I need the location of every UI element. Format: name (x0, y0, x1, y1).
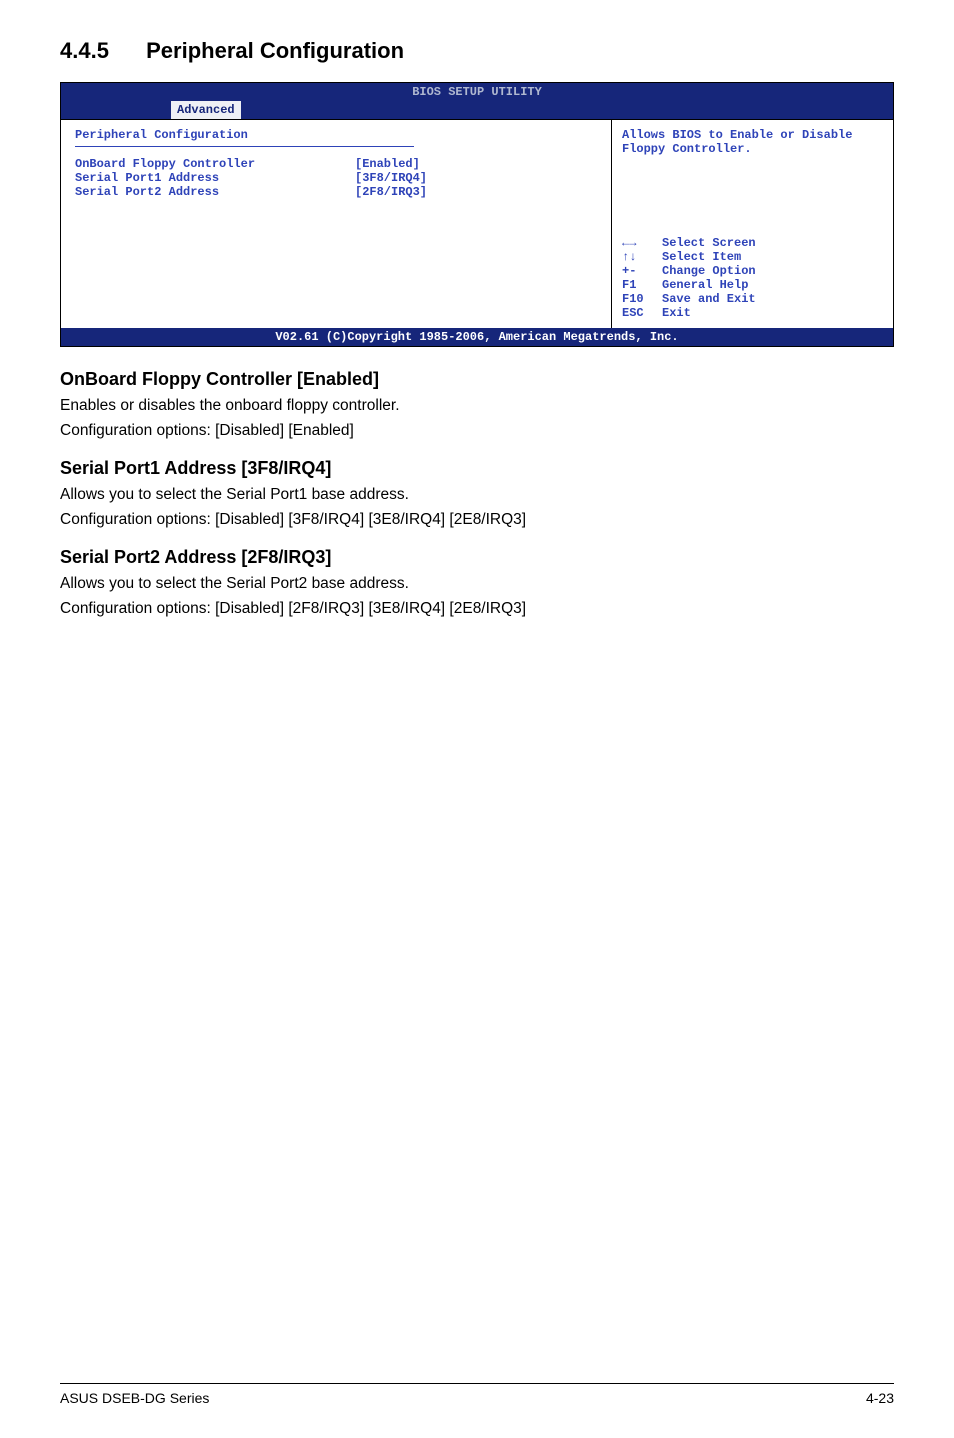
bios-left-panel: Peripheral Configuration OnBoard Floppy … (61, 120, 611, 328)
bios-nav-key: ESC (622, 306, 662, 320)
bios-nav-action: Select Screen (662, 236, 756, 250)
bios-nav-row: ↑↓ Select Item (622, 250, 883, 264)
bios-nav-action: Save and Exit (662, 292, 756, 306)
bios-row: Serial Port1 Address [3F8/IRQ4] (75, 171, 597, 185)
bios-tab-advanced: Advanced (171, 101, 241, 119)
bios-row-value: [2F8/IRQ3] (355, 185, 427, 199)
bios-nav-row: F1 General Help (622, 278, 883, 292)
bios-nav-help: ←→ Select Screen ↑↓ Select Item +- Chang… (622, 236, 883, 320)
bios-row-label: Serial Port2 Address (75, 185, 355, 199)
body-text: Configuration options: [Disabled] [Enabl… (60, 421, 894, 442)
section-title: Peripheral Configuration (146, 38, 404, 63)
content-section: Serial Port2 Address [2F8/IRQ3] Allows y… (60, 547, 894, 620)
content-section: OnBoard Floppy Controller [Enabled] Enab… (60, 369, 894, 442)
bios-row-value: [3F8/IRQ4] (355, 171, 427, 185)
bios-nav-action: Exit (662, 306, 691, 320)
footer-left: ASUS DSEB-DG Series (60, 1390, 209, 1406)
subsection-heading: Serial Port1 Address [3F8/IRQ4] (60, 458, 894, 479)
body-text: Allows you to select the Serial Port1 ba… (60, 485, 894, 506)
bios-nav-row: ←→ Select Screen (622, 236, 883, 250)
body-text: Enables or disables the onboard floppy c… (60, 396, 894, 417)
section-heading: 4.4.5 Peripheral Configuration (60, 38, 894, 64)
bios-nav-key: F10 (622, 292, 662, 306)
subsection-heading: OnBoard Floppy Controller [Enabled] (60, 369, 894, 390)
footer-right: 4-23 (866, 1390, 894, 1406)
section-number: 4.4.5 (60, 38, 140, 64)
bios-nav-row: +- Change Option (622, 264, 883, 278)
bios-screenshot: BIOS SETUP UTILITY Advanced Peripheral C… (60, 82, 894, 347)
bios-panel-title: Peripheral Configuration (75, 128, 414, 147)
bios-header: BIOS SETUP UTILITY Advanced (61, 83, 893, 119)
bios-row-value: [Enabled] (355, 157, 420, 171)
bios-body: Peripheral Configuration OnBoard Floppy … (61, 119, 893, 328)
bios-row-label: OnBoard Floppy Controller (75, 157, 355, 171)
bios-row: OnBoard Floppy Controller [Enabled] (75, 157, 597, 171)
bios-row: Serial Port2 Address [2F8/IRQ3] (75, 185, 597, 199)
body-text: Configuration options: [Disabled] [2F8/I… (60, 599, 894, 620)
bios-nav-key: +- (622, 264, 662, 278)
bios-row-label: Serial Port1 Address (75, 171, 355, 185)
bios-nav-key: F1 (622, 278, 662, 292)
body-text: Configuration options: [Disabled] [3F8/I… (60, 510, 894, 531)
bios-nav-key: ↑↓ (622, 250, 662, 264)
content-section: Serial Port1 Address [3F8/IRQ4] Allows y… (60, 458, 894, 531)
bios-nav-row: F10 Save and Exit (622, 292, 883, 306)
bios-nav-action: Select Item (662, 250, 741, 264)
bios-help-text: Allows BIOS to Enable or Disable Floppy … (622, 128, 883, 156)
bios-nav-row: ESC Exit (622, 306, 883, 320)
body-text: Allows you to select the Serial Port2 ba… (60, 574, 894, 595)
bios-utility-title: BIOS SETUP UTILITY (61, 83, 893, 99)
bios-nav-key: ←→ (622, 236, 662, 250)
bios-nav-action: Change Option (662, 264, 756, 278)
bios-nav-action: General Help (662, 278, 748, 292)
bios-copyright: V02.61 (C)Copyright 1985-2006, American … (61, 328, 893, 346)
subsection-heading: Serial Port2 Address [2F8/IRQ3] (60, 547, 894, 568)
page-footer: ASUS DSEB-DG Series 4-23 (60, 1383, 894, 1406)
bios-right-panel: Allows BIOS to Enable or Disable Floppy … (611, 120, 893, 328)
